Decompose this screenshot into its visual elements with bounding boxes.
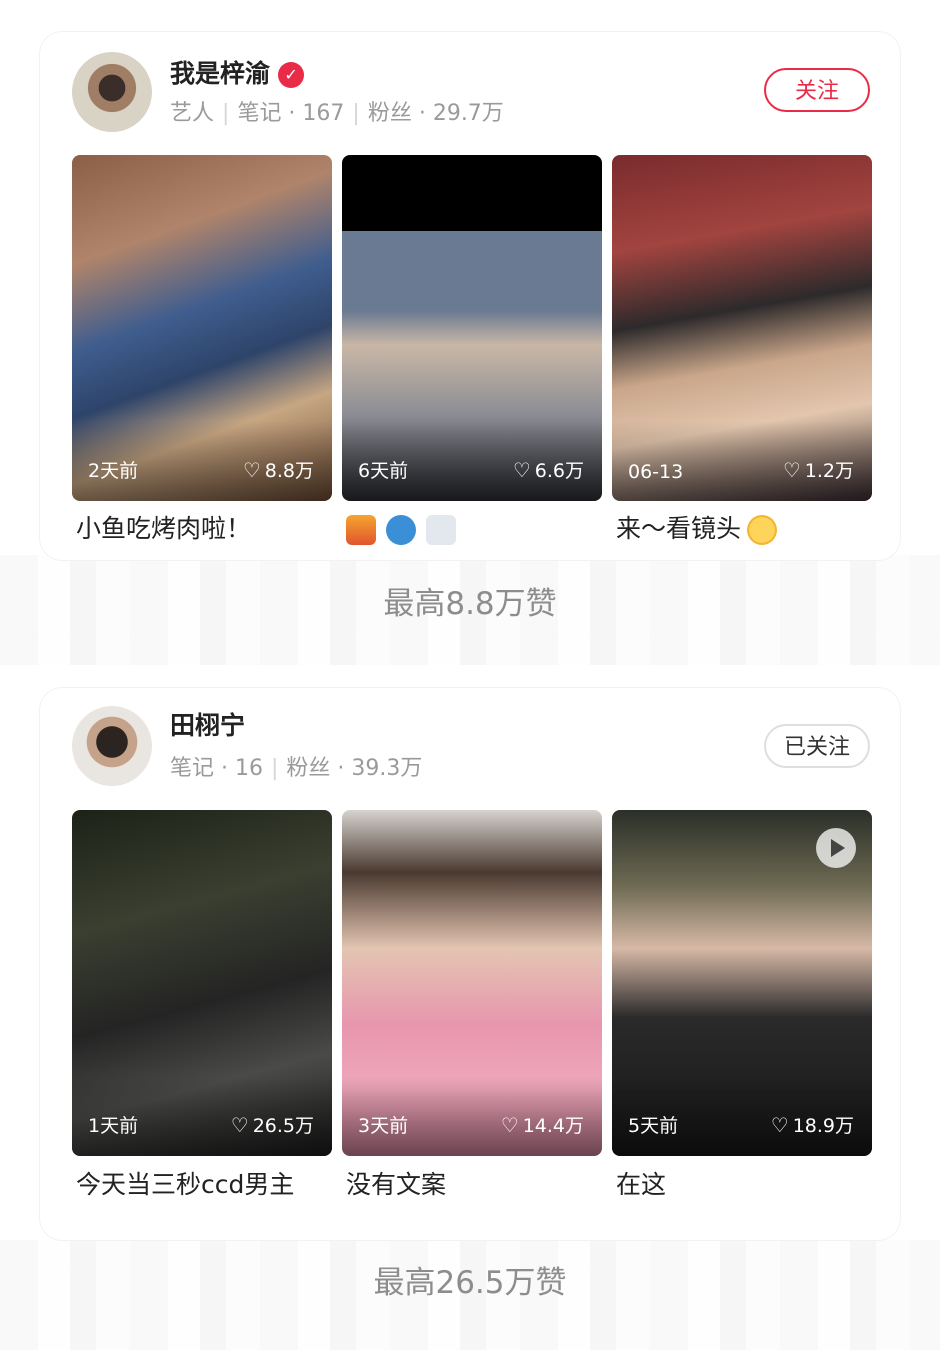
heart-outline-icon: ♡ xyxy=(770,1113,789,1137)
user-name-text[interactable]: 我是梓渝 xyxy=(170,59,270,88)
post-thumbnail[interactable]: 06-13 ♡ 1.2万 xyxy=(612,155,872,501)
max-likes-summary: 最高8.8万赞 xyxy=(383,586,557,622)
post-likes-count: 14.4万 xyxy=(522,1115,584,1137)
verified-badge-icon: ✓ xyxy=(278,62,305,88)
meta-role: 艺人 xyxy=(170,101,215,126)
post-date: 3天前 xyxy=(358,1115,409,1137)
post-likes-count: 6.6万 xyxy=(534,460,584,482)
post-date: 1天前 xyxy=(88,1115,139,1137)
post-date: 06-13 xyxy=(628,461,684,483)
hugging-face-emoji xyxy=(747,515,778,545)
post-thumbnail[interactable]: 5天前 ♡ 18.9万 xyxy=(612,810,872,1156)
heart-outline-icon: ♡ xyxy=(500,1113,519,1137)
post-likes-count: 18.9万 xyxy=(792,1115,854,1137)
post-thumbnail[interactable]: 3天前 ♡ 14.4万 xyxy=(342,810,602,1156)
post-thumbnail[interactable]: 1天前 ♡ 26.5万 xyxy=(72,810,332,1156)
post-likes-count: 8.8万 xyxy=(264,460,314,482)
post-likes: ♡ 26.5万 xyxy=(231,1111,314,1138)
post-date: 2天前 xyxy=(88,460,139,482)
avatar[interactable] xyxy=(72,706,152,786)
post-date: 6天前 xyxy=(358,460,409,482)
post-likes-count: 26.5万 xyxy=(252,1115,314,1137)
post-likes: ♡ 8.8万 xyxy=(243,456,314,483)
user-card-1[interactable]: 我是梓渝 ✓ 艺人 | 笔记 · 167 | 粉丝 · 29.7万 关注 2天前 ♡ 8.8… xyxy=(40,32,900,560)
post-caption-text: 来～看镜头 xyxy=(616,514,742,543)
user-name[interactable]: 我是梓渝 ✓ xyxy=(170,54,305,90)
avatar[interactable] xyxy=(72,52,152,132)
city-sunset-emoji xyxy=(346,515,376,545)
heart-outline-icon: ♡ xyxy=(230,1113,249,1137)
max-likes-summary: 最高26.5万赞 xyxy=(373,1265,567,1301)
post-caption-emoji[interactable] xyxy=(346,510,606,548)
post-date: 5天前 xyxy=(628,1115,679,1137)
post-caption[interactable]: 今天当三秒ccd男主 xyxy=(76,1166,316,1204)
meta-followers-count: 粉丝 · 39.3万 xyxy=(286,756,423,781)
follow-button[interactable]: 关注 xyxy=(764,68,870,112)
post-likes: ♡ 6.6万 xyxy=(513,456,584,483)
post-likes: ♡ 14.4万 xyxy=(501,1111,584,1138)
play-icon[interactable] xyxy=(816,828,856,868)
user-meta: 笔记 · 16 | 粉丝 · 39.3万 xyxy=(170,756,423,781)
meta-followers-count: 粉丝 · 29.7万 xyxy=(367,101,504,126)
meta-notes-count: 笔记 · 167 xyxy=(237,101,345,126)
post-thumbnail[interactable]: 6天前 ♡ 6.6万 xyxy=(342,155,602,501)
post-caption[interactable]: 小鱼吃烤肉啦！ xyxy=(76,510,336,548)
user-meta: 艺人 | 笔记 · 167 | 粉丝 · 29.7万 xyxy=(170,101,504,126)
post-likes: ♡ 18.9万 xyxy=(771,1111,854,1138)
heart-outline-icon: ♡ xyxy=(782,458,801,482)
meta-notes-count: 笔记 · 16 xyxy=(170,756,263,781)
user-name[interactable]: 田栩宁 xyxy=(170,706,245,742)
following-button[interactable]: 已关注 xyxy=(764,724,870,768)
user-card-2[interactable]: 田栩宁 笔记 · 16 | 粉丝 · 39.3万 已关注 1天前 ♡ 26.5万 3天… xyxy=(40,688,900,1240)
heart-outline-icon: ♡ xyxy=(512,458,531,482)
fish-emoji xyxy=(386,515,416,545)
heart-outline-icon: ♡ xyxy=(242,458,261,482)
post-caption[interactable]: 没有文案 xyxy=(346,1166,606,1204)
post-likes-count: 1.2万 xyxy=(804,460,854,482)
post-caption[interactable]: 在这 xyxy=(616,1166,876,1204)
post-thumbnail[interactable]: 2天前 ♡ 8.8万 xyxy=(72,155,332,501)
post-caption[interactable]: 来～看镜头 xyxy=(616,510,876,548)
wind-emoji xyxy=(426,515,456,545)
post-likes: ♡ 1.2万 xyxy=(783,456,854,483)
